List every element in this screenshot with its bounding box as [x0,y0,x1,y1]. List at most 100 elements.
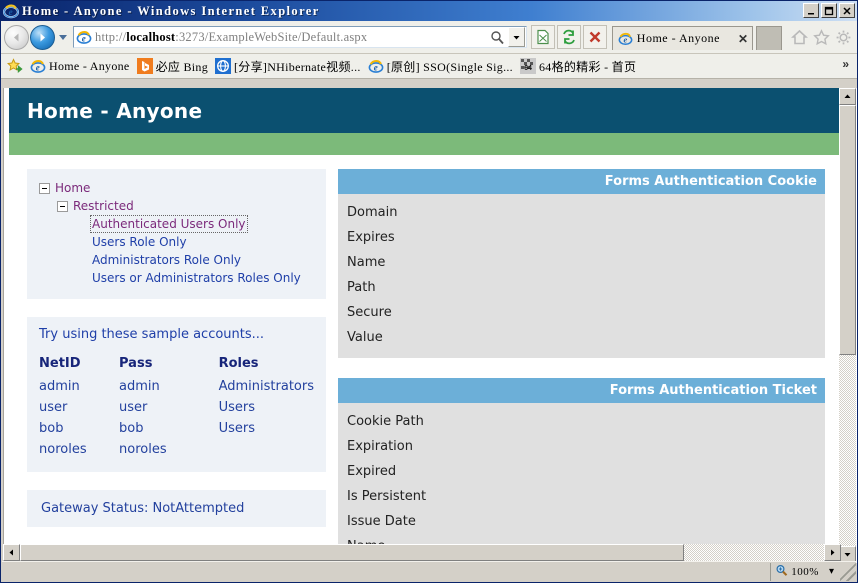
svg-text:e: e [36,62,40,72]
table-row: Is Persistent [347,489,427,504]
sitemap-link-users-role-only[interactable]: Users Role Only [92,235,187,249]
favorite-bing[interactable]: 必应 Bing [135,56,213,76]
gear-icon[interactable] [832,26,854,48]
title-bar: e Home - Anyone - Windows Internet Explo… [1,1,857,21]
table-row: Secure [347,305,392,320]
cell-netid: bob [39,421,64,436]
accent-bar [9,133,839,155]
tree-row: Authenticated Users Only [75,215,314,233]
blue-globe-favicon-icon [215,58,232,74]
zoom-magnifier-icon [775,564,788,580]
table-row: Path [347,280,376,295]
tab-label: Home - Anyone [636,31,720,45]
sitemap-link-authenticated-users-only[interactable]: Authenticated Users Only [90,215,248,233]
svg-text:e: e [82,33,86,43]
minimize-button[interactable] [803,3,819,18]
chevron-down-icon[interactable] [507,27,525,47]
table-row: Name [347,255,386,270]
cell-pass: admin [119,379,160,394]
favorite-nhibernate[interactable]: [分享]NHibernate视频... [213,56,366,76]
table-row: Value [347,330,383,345]
table-row: bob bob Users [39,418,314,439]
tree-children: Authenticated Users Only Users Role Only [57,215,314,287]
left-column: Home Restricted Authenticated Users Only… [9,169,326,548]
table-row: Expired [347,464,397,479]
favorite-home-anyone[interactable]: e Home - Anyone [28,56,135,76]
star-icon[interactable] [810,26,832,48]
scroll-left-button[interactable] [3,544,20,561]
sitemap-link-administrators-role-only[interactable]: Administrators Role Only [92,253,241,267]
svg-text:e: e [9,7,13,17]
table-row: Expires [347,230,395,245]
cookie-table-body: Domain Expires Name Path Secure Value [338,194,825,358]
tab-close-icon[interactable]: ✕ [738,33,748,45]
tab-strip: e Home - Anyone ✕ [611,24,782,50]
svg-text:64: 64 [524,65,532,72]
browser-window: e Home - Anyone - Windows Internet Explo… [0,0,858,583]
zoom-dropdown-icon[interactable]: ▾ [829,566,834,577]
stop-button[interactable] [582,25,607,49]
add-favorites-button[interactable] [5,56,28,76]
window-controls [803,3,855,18]
horizontal-scroll-track[interactable] [20,544,824,561]
tree-node-home: Home Restricted Authenticated Users Only… [39,179,314,287]
collapse-icon[interactable] [39,182,50,194]
sitemap-link-restricted[interactable]: Restricted [73,199,134,213]
ie-favicon-icon: e [30,59,46,73]
home-icon[interactable] [788,26,810,48]
ticket-table-body: Cookie Path Expiration Expired Is Persis… [338,403,825,548]
new-tab-button[interactable] [756,26,782,50]
tree-node-leaf: Users Role Only [75,233,314,251]
scroll-right-button[interactable] [824,544,841,561]
site-map-tree: Home Restricted Authenticated Users Only… [39,179,314,287]
tab-favicon-icon: e [618,31,633,46]
page-banner: Home - Anyone [9,88,839,133]
vertical-scroll-thumb[interactable] [839,105,856,355]
forms-authentication-ticket-table: Forms Authentication Ticket Cookie Path … [338,378,825,548]
favorites-overflow-button[interactable]: » [842,57,849,71]
collapse-icon[interactable] [57,200,68,212]
right-column: Forms Authentication Cookie Domain Expir… [326,169,839,548]
back-button[interactable] [4,24,29,50]
compatibility-view-button[interactable] [530,25,555,49]
maximize-button[interactable] [821,3,837,18]
column-header-netid: NetID [39,356,81,371]
sitemap-link-users-or-administrators-roles-only[interactable]: Users or Administrators Roles Only [92,271,301,285]
tree-children: Restricted Authenticated Users Only User… [39,197,314,287]
vertical-scroll-track[interactable] [839,105,856,546]
favorite-64ge[interactable]: 64 64格的精彩 - 首页 [518,56,641,76]
vertical-scrollbar[interactable] [839,88,856,563]
forward-button[interactable] [30,24,55,50]
refresh-button[interactable] [556,25,581,49]
history-dropdown-icon[interactable] [55,25,71,50]
tree-row: Users or Administrators Roles Only [75,269,314,287]
page-favicon-icon: e [76,29,92,45]
address-url-text[interactable]: http://localhost:3273/ExampleWebSite/Def… [95,30,488,45]
cell-roles: Administrators [218,379,314,394]
tree-node-leaf: Authenticated Users Only [75,215,314,233]
column-header-pass: Pass [119,356,153,371]
tree-node-leaf: Users or Administrators Roles Only [75,269,314,287]
zoom-control[interactable]: 100% ▾ [770,562,838,581]
bing-favicon-icon [136,58,153,74]
favorite-sso[interactable]: e [原创] SSO(Single Sig... [366,56,518,76]
sample-accounts-title: Try using these sample accounts... [39,327,265,342]
cell-roles: Users [218,421,255,436]
table-row: Expiration [347,439,413,454]
search-icon[interactable] [488,27,508,47]
sitemap-link-home[interactable]: Home [55,181,90,195]
close-button[interactable] [839,3,855,18]
favorites-bar: e Home - Anyone 必应 Bing [分享]NHibernate视频… [1,54,857,79]
horizontal-scrollbar[interactable] [3,544,841,561]
tree-row: Home [39,179,314,197]
scroll-up-button[interactable] [839,88,856,105]
favorite-label: 64格的精彩 - 首页 [538,59,637,74]
address-bar[interactable]: e http://localhost:3273/ExampleWebSite/D… [73,26,527,48]
tab-home-anyone[interactable]: e Home - Anyone ✕ [611,26,753,50]
horizontal-scroll-thumb[interactable] [20,544,684,561]
resize-grip[interactable] [840,562,856,581]
cookie-table-title: Forms Authentication Cookie [338,169,825,194]
svg-text:e: e [373,62,377,72]
gateway-status-panel: Gateway Status: NotAttempted [27,490,326,527]
page-content: Home Restricted Authenticated Users Only… [4,155,839,548]
